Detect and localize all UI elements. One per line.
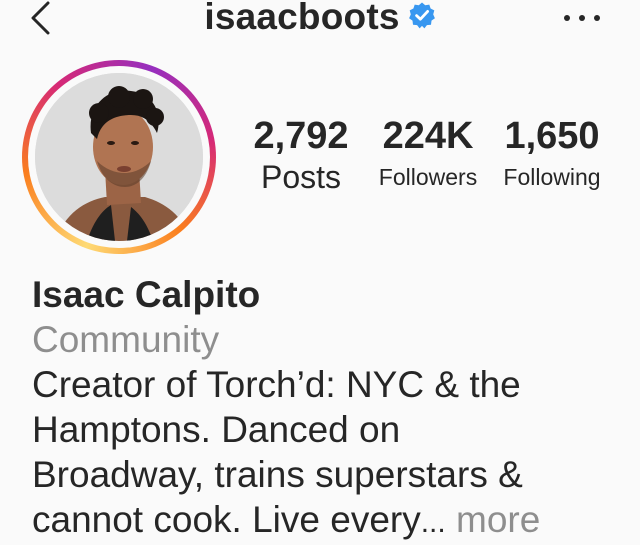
posts-stat[interactable]: 2,792 Posts [242, 112, 360, 194]
bio-more-link[interactable]: more [456, 499, 540, 540]
profile-header: isaacboots [0, 0, 640, 44]
bio-line: Creator of Torch’d: NYC & the [32, 364, 521, 405]
following-stat[interactable]: 1,650 Following [494, 112, 610, 194]
posts-count: 2,792 [253, 115, 349, 157]
username: isaacboots [204, 0, 400, 37]
username-title: isaacboots [0, 0, 640, 38]
posts-label: Posts [260, 159, 342, 195]
more-dot [579, 15, 585, 21]
bio-line: cannot cook. Live every [32, 499, 421, 540]
followers-label: Followers [378, 164, 478, 190]
avatar[interactable] [35, 73, 203, 241]
more-horizontal-icon [564, 15, 570, 21]
profile-bio: Isaac Calpito Community Creator of Torch… [32, 272, 622, 545]
full-name: Isaac Calpito [32, 274, 261, 315]
followers-stat[interactable]: 224K Followers [370, 112, 486, 194]
followers-count: 224K [382, 115, 474, 157]
following-label: Following [503, 164, 601, 190]
bio-ellipsis: ... [420, 506, 446, 539]
category-label: Community [32, 319, 220, 360]
more-options-button[interactable] [564, 8, 600, 28]
more-dot [594, 15, 600, 21]
bio-last-line: cannot cook. Live every... more [32, 497, 622, 545]
bio-line: Broadway, trains superstars & [32, 454, 523, 495]
story-ring[interactable] [22, 60, 216, 254]
bio-line: Hamptons. Danced on [32, 409, 401, 450]
profile-photo [35, 73, 203, 241]
verified-badge-icon [408, 1, 436, 29]
following-count: 1,650 [504, 115, 600, 157]
profile-stats: 2,792 Posts 224K Followers 1,650 Followi… [242, 112, 622, 212]
